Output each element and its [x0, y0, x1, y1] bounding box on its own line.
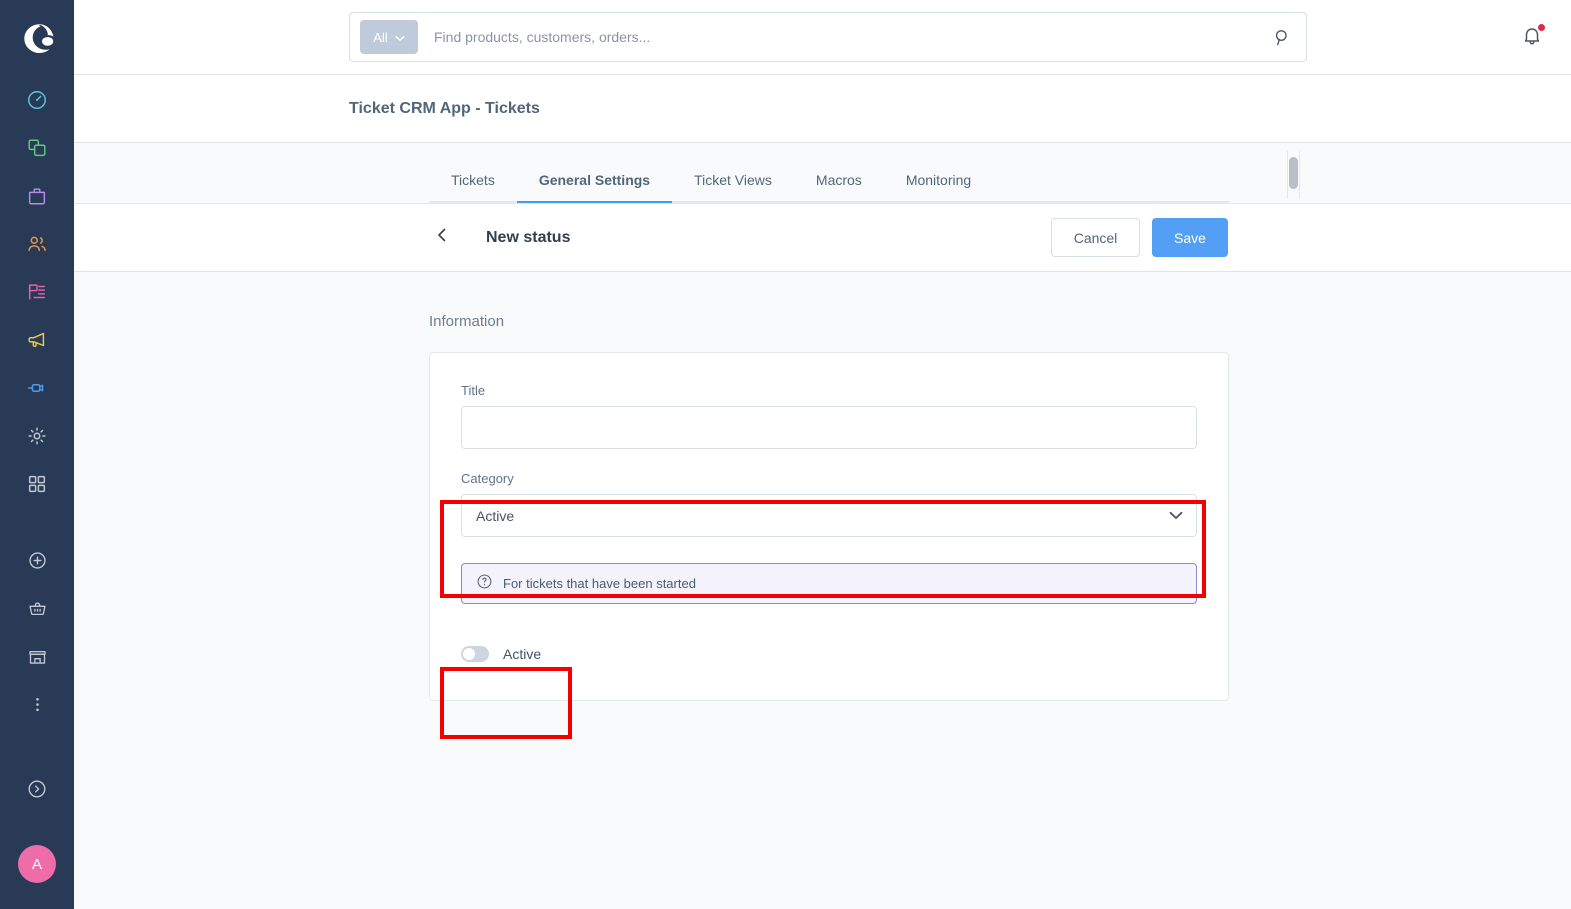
sidebar-item-apps[interactable]	[0, 460, 74, 508]
title-field-group: Title	[461, 383, 1197, 449]
expand-sidebar-button[interactable]	[0, 763, 74, 819]
grid-icon	[26, 473, 48, 495]
information-card: Title Category Active For tickets that h…	[429, 352, 1229, 701]
save-button[interactable]: Save	[1152, 218, 1228, 257]
search-input[interactable]	[418, 29, 1265, 45]
sidebar-item-orders[interactable]	[0, 172, 74, 220]
category-select[interactable]: Active	[461, 494, 1197, 537]
main-region: All Find products, customers, orders... …	[74, 0, 1571, 909]
title-input[interactable]	[461, 406, 1197, 449]
tab-macros[interactable]: Macros	[794, 173, 884, 201]
cancel-button[interactable]: Cancel	[1051, 218, 1140, 257]
active-toggle-knob	[463, 648, 475, 660]
chevron-down-icon	[395, 30, 405, 45]
notifications-button[interactable]	[1517, 22, 1547, 52]
kebab-icon	[27, 694, 48, 715]
sidebar-item-customers[interactable]	[0, 220, 74, 268]
avatar[interactable]: A	[18, 845, 56, 883]
tab-ticket-views[interactable]: Ticket Views	[672, 173, 794, 201]
megaphone-icon	[26, 329, 48, 351]
gauge-icon	[26, 89, 48, 111]
category-hint-box: For tickets that have been started	[461, 563, 1197, 604]
sidebar-footer: A	[0, 763, 74, 909]
sidebar-item-sales-channel[interactable]	[0, 632, 74, 680]
tab-general-settings[interactable]: General Settings	[516, 173, 673, 203]
category-hint-text: For tickets that have been started	[503, 576, 696, 591]
sidebar-item-settings[interactable]	[0, 412, 74, 460]
global-topbar: All	[74, 0, 1571, 75]
notification-badge	[1537, 23, 1546, 32]
form-region: Information Title Category Active For ti…	[74, 272, 1571, 701]
user-avatar-wrapper: A	[0, 819, 74, 909]
main-sidebar: A	[0, 0, 74, 909]
global-search-box[interactable]: All	[349, 12, 1307, 62]
search-scope-label: All	[373, 29, 388, 45]
plus-circle-icon	[27, 550, 48, 571]
chevron-right-circle-icon	[26, 778, 48, 805]
detail-subheader: New status Cancel Save	[74, 203, 1571, 272]
shopware-logo[interactable]	[0, 0, 74, 76]
detail-actions: Cancel Save	[1051, 218, 1228, 257]
active-toggle-label: Active	[503, 646, 542, 662]
layers-icon	[26, 137, 48, 159]
active-toggle-row: Active	[461, 646, 1197, 662]
content-scrollbar-thumb[interactable]	[1289, 157, 1298, 189]
sidebar-item-basket[interactable]	[0, 584, 74, 632]
plug-icon	[26, 377, 48, 399]
sidebar-item-content[interactable]	[0, 268, 74, 316]
users-icon	[26, 233, 48, 255]
active-toggle[interactable]	[461, 646, 489, 662]
sidebar-item-more[interactable]	[0, 680, 74, 728]
content-region: Tickets General Settings Ticket Views Ma…	[74, 143, 1571, 909]
page-title: Ticket CRM App - Tickets	[349, 99, 540, 117]
sidebar-item-catalogues[interactable]	[0, 124, 74, 172]
gear-icon	[26, 425, 48, 447]
tab-monitoring[interactable]: Monitoring	[884, 173, 993, 201]
sidebar-nav	[0, 76, 74, 728]
detail-title: New status	[486, 228, 571, 246]
content-icon	[26, 281, 48, 303]
tabs-region: Tickets General Settings Ticket Views Ma…	[74, 143, 1571, 203]
bag-icon	[26, 185, 48, 207]
application-window: A All Find products, customers, orders..…	[0, 0, 1571, 909]
question-circle-icon	[476, 573, 493, 595]
tab-tickets[interactable]: Tickets	[429, 173, 517, 201]
back-button[interactable]	[429, 225, 455, 251]
section-label-information: Information	[429, 313, 505, 330]
sidebar-item-extensions[interactable]	[0, 364, 74, 412]
category-field-label: Category	[461, 471, 514, 486]
search-scope-dropdown[interactable]: All	[360, 20, 418, 54]
page-titlebar: Ticket CRM App - Tickets	[74, 75, 1571, 143]
category-field-group: Category Active	[461, 471, 1197, 537]
tab-bar: Tickets General Settings Ticket Views Ma…	[429, 143, 1229, 203]
store-icon	[27, 646, 48, 667]
sidebar-item-add[interactable]	[0, 536, 74, 584]
search-icon[interactable]	[1265, 28, 1292, 47]
sidebar-item-marketing[interactable]	[0, 316, 74, 364]
title-field-label: Title	[461, 383, 486, 398]
chevron-left-icon	[434, 227, 450, 248]
basket-icon	[27, 598, 48, 619]
sidebar-item-dashboard[interactable]	[0, 76, 74, 124]
category-select-wrapper: Active	[461, 494, 1197, 537]
